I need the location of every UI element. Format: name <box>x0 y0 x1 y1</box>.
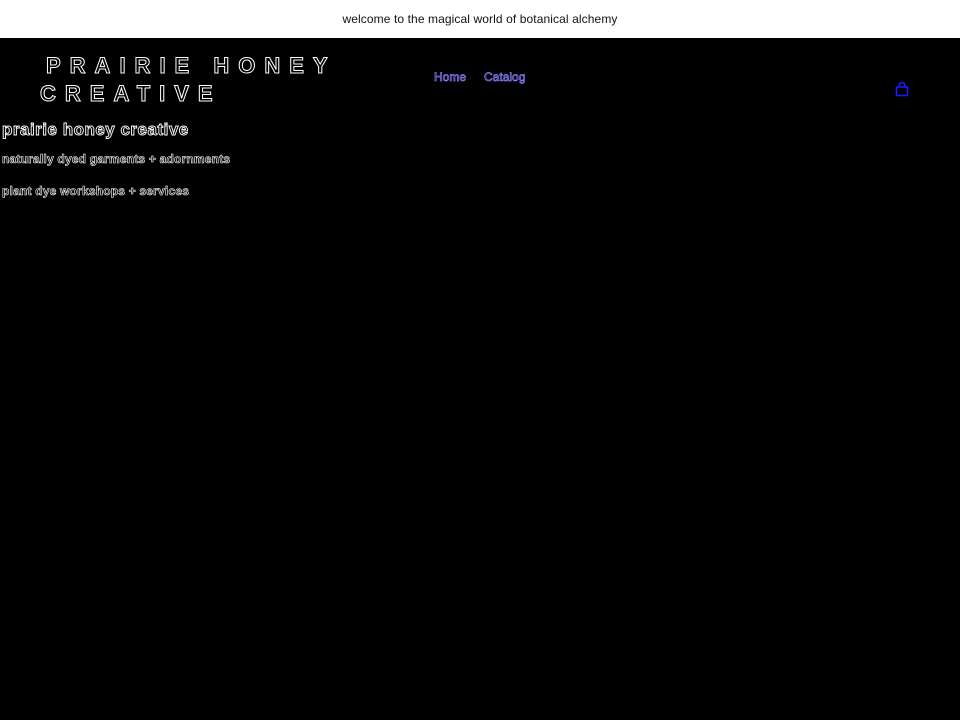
logo-line-2: CREATIVE <box>40 81 222 107</box>
nav-link-home[interactable]: Home <box>434 70 467 85</box>
site-header: PRAIRIE HONEY CREATIVE Home Catalog <box>0 38 960 120</box>
shopping-bag-icon[interactable] <box>894 81 910 97</box>
announcement-bar: welcome to the magical world of botanica… <box>0 0 960 38</box>
tagline-workshops: plant dye workshops + services <box>2 184 190 199</box>
nav-link-catalog[interactable]: Catalog <box>484 70 526 85</box>
tagline-garments: naturally dyed garments + adornments <box>2 152 231 167</box>
logo-line-1: PRAIRIE HONEY <box>46 53 337 79</box>
announcement-text: welcome to the magical world of botanica… <box>342 12 618 26</box>
site-logo[interactable]: PRAIRIE HONEY CREATIVE <box>40 52 337 108</box>
main-content: prairie honey creative naturally dyed ga… <box>0 118 960 199</box>
page-title: prairie honey creative <box>2 120 189 140</box>
main-nav: Home Catalog <box>434 70 526 85</box>
